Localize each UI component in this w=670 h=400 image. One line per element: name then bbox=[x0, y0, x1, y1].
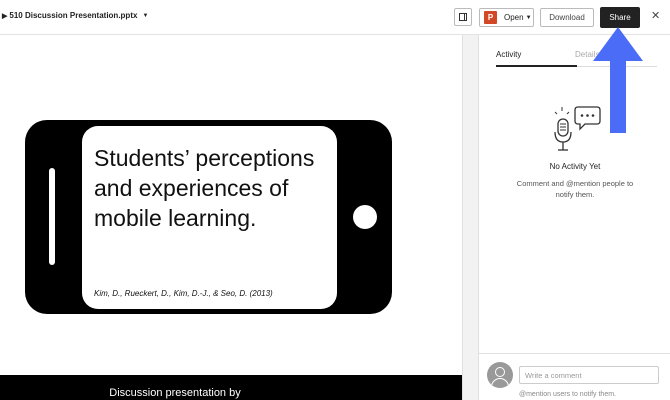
top-toolbar: ▶ 510 Discussion Presentation.pptx ▼ P O… bbox=[0, 0, 670, 35]
share-button[interactable]: Share bbox=[600, 7, 640, 28]
avatar-shoulders bbox=[491, 378, 509, 388]
phone-speaker-slot bbox=[49, 168, 55, 265]
document-preview[interactable]: Students’ perceptions and experiences of… bbox=[0, 35, 462, 400]
download-button[interactable]: Download bbox=[540, 8, 594, 27]
empty-state-title: No Activity Yet bbox=[549, 162, 601, 171]
next-slide-text: Discussion presentation by bbox=[109, 387, 241, 399]
comment-input[interactable] bbox=[519, 366, 659, 384]
close-icon[interactable]: ✕ bbox=[651, 9, 660, 22]
file-title-menu[interactable]: ▶ 510 Discussion Presentation.pptx ▼ bbox=[2, 11, 148, 20]
user-avatar-icon bbox=[487, 362, 513, 388]
chevron-down-icon[interactable]: ▼ bbox=[142, 13, 148, 19]
active-tab-indicator bbox=[496, 65, 577, 67]
slide-phone-graphic: Students’ perceptions and experiences of… bbox=[25, 120, 392, 314]
triangle-right-icon[interactable]: ▶ bbox=[2, 12, 7, 20]
sidebar-toggle-button[interactable] bbox=[454, 8, 472, 26]
avatar-head bbox=[495, 367, 505, 377]
arrow-up-icon bbox=[593, 27, 643, 133]
open-with-button[interactable]: P Open ▼ bbox=[479, 8, 534, 27]
powerpoint-icon: P bbox=[484, 11, 497, 24]
comment-hint: @mention users to notify them. bbox=[519, 391, 616, 398]
phone-screen: Students’ perceptions and experiences of… bbox=[82, 126, 337, 309]
sidebar-toggle-icon bbox=[459, 13, 467, 21]
slide-title: Students’ perceptions and experiences of… bbox=[94, 145, 315, 231]
slide-citation: Kim, D., Rueckert, D., Kim, D.-J., & Seo… bbox=[94, 289, 273, 298]
tab-activity[interactable]: Activity bbox=[496, 50, 521, 59]
comment-composer: @mention users to notify them. bbox=[479, 353, 670, 400]
file-name: 510 Discussion Presentation.pptx bbox=[9, 11, 138, 20]
empty-state-subtext: Comment and @mention people to notify th… bbox=[516, 179, 634, 199]
open-label: Open bbox=[504, 13, 524, 22]
chevron-down-icon: ▼ bbox=[525, 14, 532, 21]
next-slide-preview: Discussion presentation by bbox=[0, 375, 462, 400]
phone-home-button bbox=[353, 205, 377, 229]
preview-scrollbar[interactable] bbox=[462, 35, 478, 400]
